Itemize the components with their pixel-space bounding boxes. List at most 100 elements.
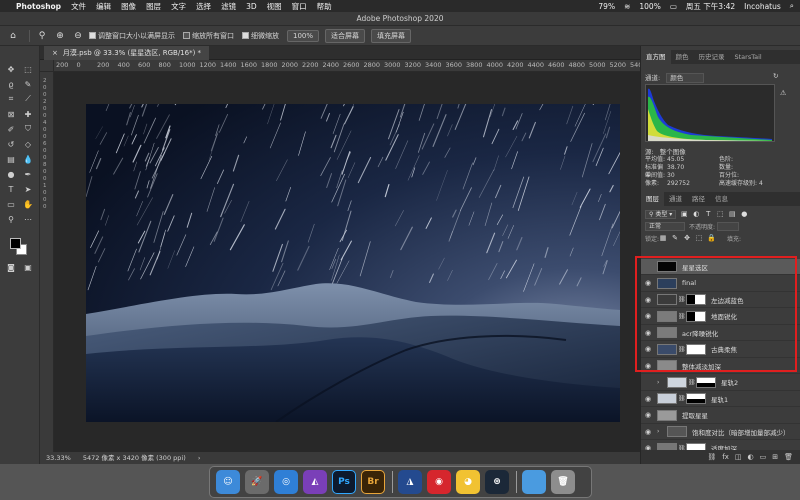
menu-file[interactable]: 文件: [71, 1, 86, 12]
menu-layer[interactable]: 图层: [146, 1, 161, 12]
gradient-tool-icon[interactable]: ▤: [4, 152, 18, 166]
filter-type-icon[interactable]: T: [704, 210, 712, 218]
wifi-icon[interactable]: ≋: [624, 2, 630, 11]
layer-mask-thumbnail[interactable]: [686, 393, 706, 404]
visibility-eye-icon[interactable]: ◉: [641, 411, 655, 419]
type-tool-icon[interactable]: T: [4, 182, 18, 196]
eraser-icon[interactable]: ◇: [21, 137, 35, 151]
quick-select-icon[interactable]: ✎: [21, 77, 35, 91]
username[interactable]: Incohatus: [744, 2, 781, 11]
folder-chevron-icon[interactable]: ›: [657, 379, 665, 386]
dodge-tool-icon[interactable]: ●: [4, 167, 18, 181]
search-icon[interactable]: ⌕: [790, 1, 794, 11]
menu-edit[interactable]: 编辑: [96, 1, 111, 12]
zoom-100-button[interactable]: 100%: [287, 29, 320, 42]
document-image[interactable]: [86, 104, 620, 422]
close-icon[interactable]: ×: [52, 49, 58, 57]
warning-icon[interactable]: ⚠: [780, 89, 786, 97]
tab-history[interactable]: 历史记录: [694, 50, 730, 64]
trash-icon[interactable]: 🗑: [784, 453, 793, 461]
layer-thumbnail[interactable]: [667, 376, 687, 388]
layer-mask-thumbnail[interactable]: [696, 376, 716, 388]
tab-layers[interactable]: 图层: [641, 192, 664, 206]
layer-thumbnail[interactable]: [657, 393, 677, 404]
lasso-tool-icon[interactable]: ϱ: [4, 77, 18, 91]
source-select[interactable]: 整个图像: [660, 148, 686, 156]
layer-name[interactable]: 星轨1: [711, 394, 728, 404]
zoom-readout[interactable]: 33.33%: [46, 454, 71, 462]
menu-filter[interactable]: 滤镜: [221, 1, 236, 12]
zoom-tool-icon[interactable]: ⚲: [4, 212, 18, 226]
chevron-right-icon[interactable]: ›: [198, 454, 201, 462]
tab-channels[interactable]: 通道: [664, 192, 687, 206]
healing-brush-icon[interactable]: ✚: [21, 107, 35, 121]
filter-shape-icon[interactable]: ⬚: [716, 210, 724, 218]
fx-icon[interactable]: fx: [722, 453, 729, 461]
filter-pixel-icon[interactable]: ▣: [680, 210, 688, 218]
ruler-origin[interactable]: [40, 60, 54, 72]
dock-app-photoshop-icon[interactable]: Ps: [332, 470, 356, 494]
zoom-in-icon[interactable]: ⊕: [53, 29, 67, 43]
layer-name[interactable]: 饱和度对比（暗部增加量部减少）: [692, 427, 790, 437]
layer-thumbnail[interactable]: [667, 426, 687, 437]
menu-view[interactable]: 视图: [267, 1, 282, 12]
menu-app-name[interactable]: Photoshop: [16, 2, 61, 11]
new-layer-icon[interactable]: ⊞: [772, 453, 778, 461]
tab-starstail[interactable]: StarsTail: [730, 50, 767, 64]
layer-thumbnail[interactable]: [657, 409, 677, 421]
filter-toggle-icon[interactable]: ●: [740, 210, 748, 218]
horizontal-ruler[interactable]: 200 0 200 400 600 800 1000 1200 1400 1600 1800 2000…: [54, 60, 640, 72]
foreground-color-swatch[interactable]: [10, 238, 21, 249]
tab-color[interactable]: 颜色: [671, 50, 694, 64]
dock-app-chrome-icon[interactable]: ◕: [456, 470, 480, 494]
dock-app-bridge-icon[interactable]: Br: [361, 470, 385, 494]
folder-chevron-icon[interactable]: ›: [657, 428, 665, 435]
layer-row[interactable]: ◉ ⛓ 星轨1: [641, 391, 800, 407]
tab-info[interactable]: 信息: [710, 192, 733, 206]
zoom-all-windows-checkbox[interactable]: 缩放所有窗口: [183, 31, 234, 41]
scrubby-zoom-checkbox[interactable]: 细微缩放: [242, 31, 279, 41]
refresh-icon[interactable]: ↻: [773, 72, 778, 80]
vertical-ruler[interactable]: 2002004006008001000: [40, 72, 54, 452]
fit-screen-button[interactable]: 适合屏幕: [325, 28, 366, 43]
artboard-tool-icon[interactable]: ⬚: [21, 62, 35, 76]
history-brush-icon[interactable]: ↺: [4, 137, 18, 151]
frame-tool-icon[interactable]: ⊠: [4, 107, 18, 121]
canvas-area[interactable]: [54, 72, 640, 452]
menu-help[interactable]: 帮助: [317, 1, 332, 12]
crop-tool-icon[interactable]: ⌗: [4, 92, 18, 106]
layer-filter-select[interactable]: ⚲ 类型 ▾: [645, 209, 677, 219]
group-icon[interactable]: ▭: [760, 453, 767, 461]
menu-image[interactable]: 图像: [121, 1, 136, 12]
layer-name[interactable]: 星轨2: [721, 377, 738, 387]
dock-app-affinity-designer-icon[interactable]: ◮: [398, 470, 422, 494]
zoom-tool-icon[interactable]: ⚲: [35, 29, 49, 43]
tab-histogram[interactable]: 直方图: [641, 50, 671, 64]
battery-icon[interactable]: ▭: [670, 2, 677, 11]
dock-app-steam-icon[interactable]: ⊛: [485, 470, 509, 494]
dock-app-safari-icon[interactable]: ◎: [274, 470, 298, 494]
add-mask-icon[interactable]: ◫: [735, 453, 742, 461]
dock-app-finder-icon[interactable]: ☺: [216, 470, 240, 494]
quick-mask-icon[interactable]: ◙: [4, 260, 18, 274]
document-tab[interactable]: × 月漠.psb @ 33.3% (星星选区, RGB/16*) *: [44, 46, 210, 60]
eyedropper-icon[interactable]: ⟋: [21, 92, 35, 106]
layer-row[interactable]: › ⛓ 星轨2: [641, 375, 800, 391]
brush-tool-icon[interactable]: ✐: [4, 122, 18, 136]
zoom-out-icon[interactable]: ⊖: [71, 29, 85, 43]
rectangle-tool-icon[interactable]: ▭: [4, 197, 18, 211]
clone-stamp-icon[interactable]: ⛉: [21, 122, 35, 136]
layer-row[interactable]: ◉ › 饱和度对比（暗部增加量部减少）: [641, 424, 800, 440]
home-icon[interactable]: ⌂: [6, 29, 20, 43]
move-tool-icon[interactable]: ✥: [4, 62, 18, 76]
fill-screen-button[interactable]: 填充屏幕: [371, 28, 412, 43]
channel-select[interactable]: 颜色: [666, 73, 705, 83]
opacity-input[interactable]: [717, 221, 740, 231]
more-tools-icon[interactable]: ⋯: [21, 212, 35, 226]
menu-window[interactable]: 窗口: [292, 1, 307, 12]
dock-app-netease-music-icon[interactable]: ◉: [427, 470, 451, 494]
layer-row[interactable]: ◉ 提取星星: [641, 408, 800, 424]
menu-3d[interactable]: 3D: [246, 2, 257, 11]
visibility-eye-icon[interactable]: ◉: [641, 428, 655, 436]
screen-mode-icon[interactable]: ▣: [21, 260, 35, 274]
